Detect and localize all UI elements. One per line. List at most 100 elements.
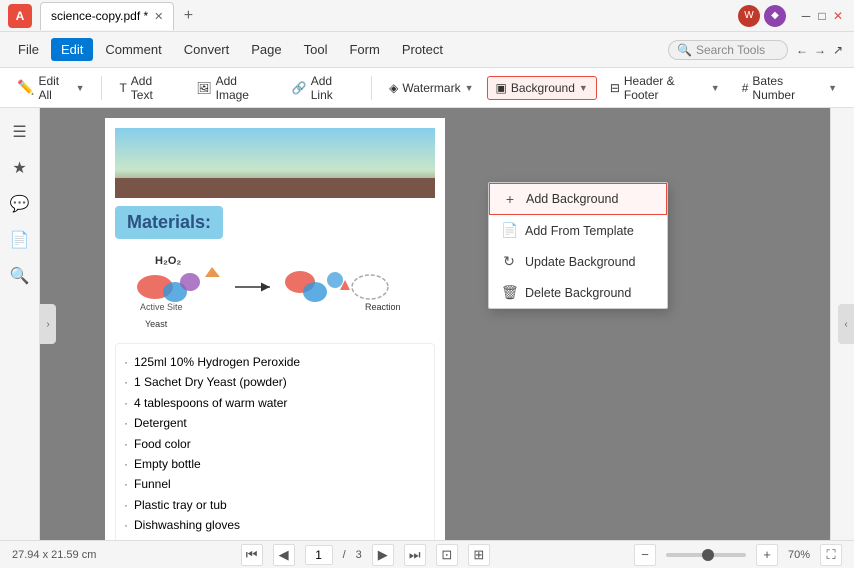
zoom-in-btn[interactable]: + xyxy=(756,544,778,566)
add-text-icon: T xyxy=(119,81,126,95)
tab-close-btn[interactable]: ✕ xyxy=(154,10,163,23)
menu-edit[interactable]: Edit xyxy=(51,38,93,61)
item-text: Food color xyxy=(134,434,191,454)
bullet: · xyxy=(124,393,128,413)
new-tab-btn[interactable]: + xyxy=(176,4,200,28)
template-icon: 📄 xyxy=(501,222,517,239)
update-label: Update Background xyxy=(525,255,636,269)
bullet: · xyxy=(124,474,128,494)
delete-icon: 🗑 xyxy=(501,284,517,301)
diagram-area: H₂O₂ Active Site Yeast xyxy=(115,247,435,337)
item-text: 125ml 10% Hydrogen Peroxide xyxy=(134,352,300,372)
sidebar-bookmark-icon[interactable]: ★ xyxy=(4,152,36,184)
bates-label: Bates Number xyxy=(752,74,824,102)
add-text-btn[interactable]: T Add Text xyxy=(110,69,183,107)
add-image-btn[interactable]: 🖼 Add Image xyxy=(187,69,278,107)
page-number-input[interactable] xyxy=(305,545,333,565)
svg-text:Active Site: Active Site xyxy=(140,302,183,312)
delete-background-item[interactable]: 🗑 Delete Background xyxy=(489,277,667,308)
add-background-item[interactable]: + Add Background xyxy=(489,183,667,215)
item-text: Safty goggles xyxy=(134,536,207,540)
bullet: · xyxy=(124,372,128,392)
next-page-btn[interactable]: ▶ xyxy=(372,544,394,566)
bullet: · xyxy=(124,454,128,474)
item-text: Plastic tray or tub xyxy=(134,495,227,515)
menu-page[interactable]: Page xyxy=(241,38,291,61)
minimize-btn[interactable]: ─ xyxy=(798,8,814,24)
update-background-item[interactable]: ↻ Update Background xyxy=(489,246,667,277)
sidebar-comment-icon[interactable]: 💬 xyxy=(4,188,36,220)
add-template-label: Add From Template xyxy=(525,224,634,238)
fit-page-btn[interactable]: ⊡ xyxy=(436,544,458,566)
item-text: Detergent xyxy=(134,413,187,433)
page-total: 3 xyxy=(356,549,362,561)
zoom-slider[interactable] xyxy=(666,553,746,557)
list-item: · Detergent xyxy=(124,413,426,433)
menu-file[interactable]: File xyxy=(8,38,49,61)
menu-comment[interactable]: Comment xyxy=(95,38,171,61)
separator-1 xyxy=(101,76,102,100)
fit-width-btn[interactable]: ⊞ xyxy=(468,544,490,566)
pdf-page-left: Materials: H₂O₂ Active Site Yeast xyxy=(105,118,445,540)
back-btn[interactable]: ← xyxy=(794,42,810,58)
sidebar-search-icon[interactable]: 🔍 xyxy=(4,260,36,292)
list-item: · Food color xyxy=(124,434,426,454)
background-dropdown: + Add Background 📄 Add From Template ↻ U… xyxy=(488,182,668,309)
edit-all-arrow: ▼ xyxy=(76,83,85,93)
header-footer-btn[interactable]: ⊟ Header & Footer ▼ xyxy=(601,69,729,107)
background-btn[interactable]: ▣ Background ▼ xyxy=(487,76,597,100)
bullet: · xyxy=(124,352,128,372)
bullet: · xyxy=(124,413,128,433)
user-avatar: W xyxy=(738,5,760,27)
sidebar-page-icon[interactable]: 📄 xyxy=(4,224,36,256)
sidebar-left: ☰ ★ 💬 📄 🔍 xyxy=(0,108,40,540)
image-icon: 🖼 xyxy=(196,81,211,95)
zoom-level: 70% xyxy=(788,549,810,561)
menu-convert[interactable]: Convert xyxy=(174,38,240,61)
forward-btn[interactable]: → xyxy=(812,42,828,58)
collapse-right-btn[interactable]: ‹ xyxy=(838,304,854,344)
item-text: Funnel xyxy=(134,474,171,494)
list-item: · Dishwashing gloves xyxy=(124,515,426,535)
watermark-btn[interactable]: ◈ Watermark ▼ xyxy=(380,76,482,100)
zoom-out-btn[interactable]: − xyxy=(634,544,656,566)
app-logo: A xyxy=(8,4,32,28)
first-page-btn[interactable]: ⏮ xyxy=(241,544,263,566)
update-icon: ↻ xyxy=(501,253,517,270)
svg-text:H₂O₂: H₂O₂ xyxy=(155,255,181,267)
last-page-btn[interactable]: ⏭ xyxy=(404,544,426,566)
add-link-btn[interactable]: 🔗 Add Link xyxy=(283,69,363,107)
item-text: Empty bottle xyxy=(134,454,201,474)
bates-icon: # xyxy=(742,81,749,95)
add-background-label: Add Background xyxy=(526,192,618,206)
app-icon-secondary: ◆ xyxy=(764,5,786,27)
fullscreen-btn[interactable]: ⛶ xyxy=(820,544,842,566)
collapse-left-btn[interactable]: › xyxy=(40,304,56,344)
menu-tool[interactable]: Tool xyxy=(294,38,338,61)
prev-page-btn[interactable]: ◀ xyxy=(273,544,295,566)
main-content: ☰ ★ 💬 📄 🔍 › Materials: H₂O₂ xyxy=(0,108,854,540)
materials-header: Materials: xyxy=(115,206,223,239)
add-text-label: Add Text xyxy=(131,74,175,102)
list-item: · 125ml 10% Hydrogen Peroxide xyxy=(124,352,426,372)
bates-number-btn[interactable]: # Bates Number ▼ xyxy=(733,69,846,107)
sidebar-menu-icon[interactable]: ☰ xyxy=(4,116,36,148)
menu-protect[interactable]: Protect xyxy=(392,38,453,61)
toolbar: ✏️ Edit All ▼ T Add Text 🖼 Add Image 🔗 A… xyxy=(0,68,854,108)
tab-title: science-copy.pdf * xyxy=(51,9,148,23)
document-tab[interactable]: science-copy.pdf * ✕ xyxy=(40,2,174,30)
zoom-thumb xyxy=(702,549,714,561)
menu-form[interactable]: Form xyxy=(339,38,389,61)
add-background-icon: + xyxy=(502,191,518,207)
close-btn[interactable]: ✕ xyxy=(830,8,846,24)
reaction-diagram: H₂O₂ Active Site Yeast xyxy=(125,252,425,337)
separator-2 xyxy=(371,76,372,100)
edit-all-btn[interactable]: ✏️ Edit All ▼ xyxy=(8,69,93,107)
materials-label: Materials: xyxy=(127,212,211,232)
bates-arrow: ▼ xyxy=(828,83,837,93)
external-link-icon[interactable]: ↗ xyxy=(830,42,846,58)
add-from-template-item[interactable]: 📄 Add From Template xyxy=(489,215,667,246)
maximize-btn[interactable]: □ xyxy=(814,8,830,24)
bullet: · xyxy=(124,515,128,535)
header-footer-icon: ⊟ xyxy=(610,81,620,95)
